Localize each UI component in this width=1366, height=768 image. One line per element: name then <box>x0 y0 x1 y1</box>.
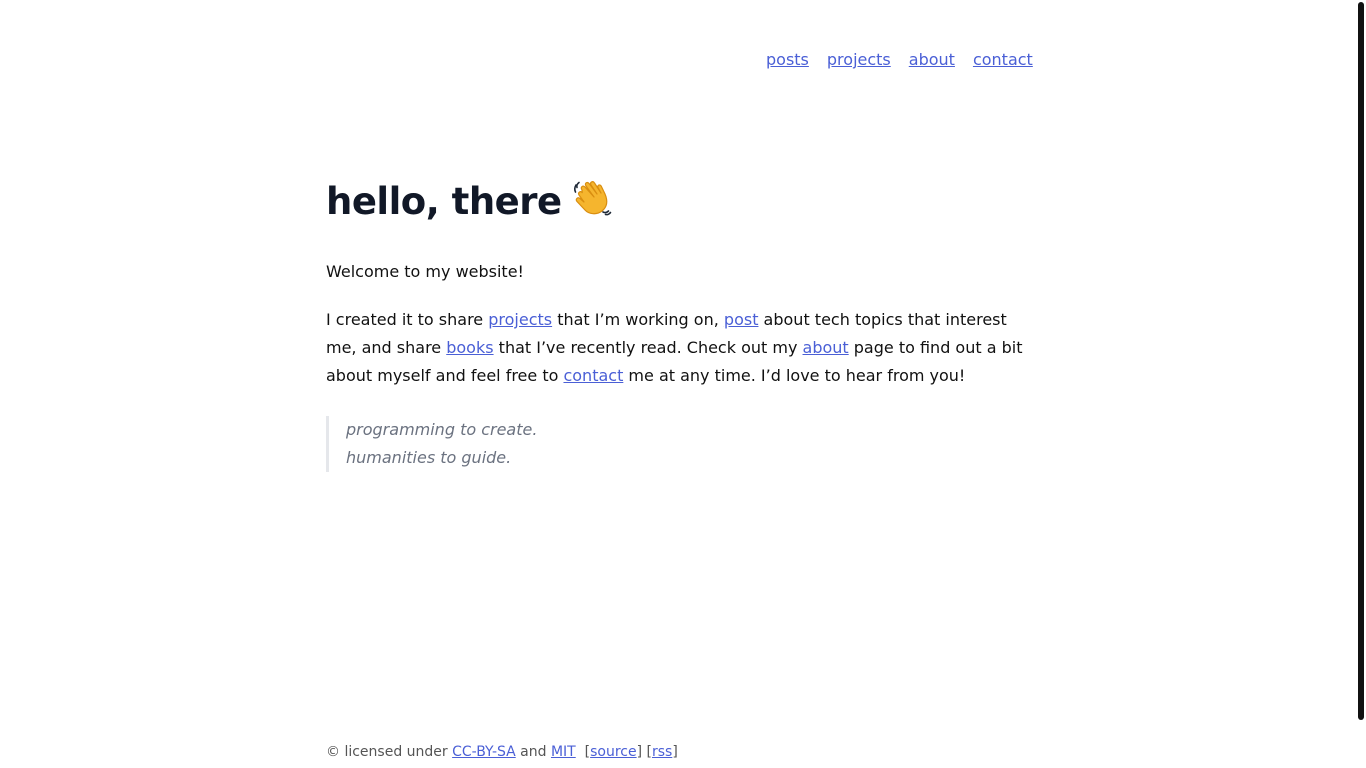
intro-post-link[interactable]: post <box>724 310 759 329</box>
intro-projects-link[interactable]: projects <box>488 310 552 329</box>
footer-bracket: [ <box>575 744 591 760</box>
footer-cc-by-sa-link[interactable]: CC-BY-SA <box>452 744 516 760</box>
footer: © licensed under CC-BY-SA and MIT [sourc… <box>326 741 678 763</box>
top-nav: posts projects about contact <box>766 50 1033 70</box>
welcome-text: Welcome to my website! <box>326 262 524 281</box>
scrollbar[interactable] <box>1358 2 1364 720</box>
waving-hand-icon <box>570 176 612 230</box>
intro-about-link[interactable]: about <box>803 338 849 357</box>
intro-text: I created it to share <box>326 310 489 329</box>
quote-line-1: programming to create. <box>346 420 538 439</box>
nav-about-link[interactable]: about <box>909 50 955 70</box>
intro-text: that I’ve recently read. Check out my <box>493 338 803 357</box>
page-title: hello, there <box>326 176 1034 230</box>
footer-mit-link[interactable]: MIT <box>551 744 576 760</box>
page: posts projects about contact hello, ther… <box>0 0 1366 768</box>
intro-text: that I’m working on, <box>552 310 724 329</box>
nav-projects-link[interactable]: projects <box>827 50 891 70</box>
quote-line-2: humanities to guide. <box>346 448 512 467</box>
footer-and-text: and <box>515 744 551 760</box>
intro-contact-link[interactable]: contact <box>563 366 623 385</box>
intro-books-link[interactable]: books <box>446 338 493 357</box>
nav-contact-link[interactable]: contact <box>973 50 1033 70</box>
motto-quote: programming to create. humanities to gui… <box>326 416 1034 472</box>
footer-bracket: ] [ <box>636 744 652 760</box>
intro-paragraph: I created it to share projects that I’m … <box>326 306 1034 390</box>
page-title-text: hello, there <box>326 180 562 223</box>
main-content: hello, there Welcome to my website! I cr… <box>326 176 1034 472</box>
intro-text: me at any time. I’d love to hear from yo… <box>623 366 966 385</box>
footer-bracket: ] <box>672 744 678 760</box>
footer-source-link[interactable]: source <box>590 744 637 760</box>
footer-license-text: © licensed under <box>326 744 453 760</box>
nav-posts-link[interactable]: posts <box>766 50 809 70</box>
footer-rss-link[interactable]: rss <box>652 744 672 760</box>
